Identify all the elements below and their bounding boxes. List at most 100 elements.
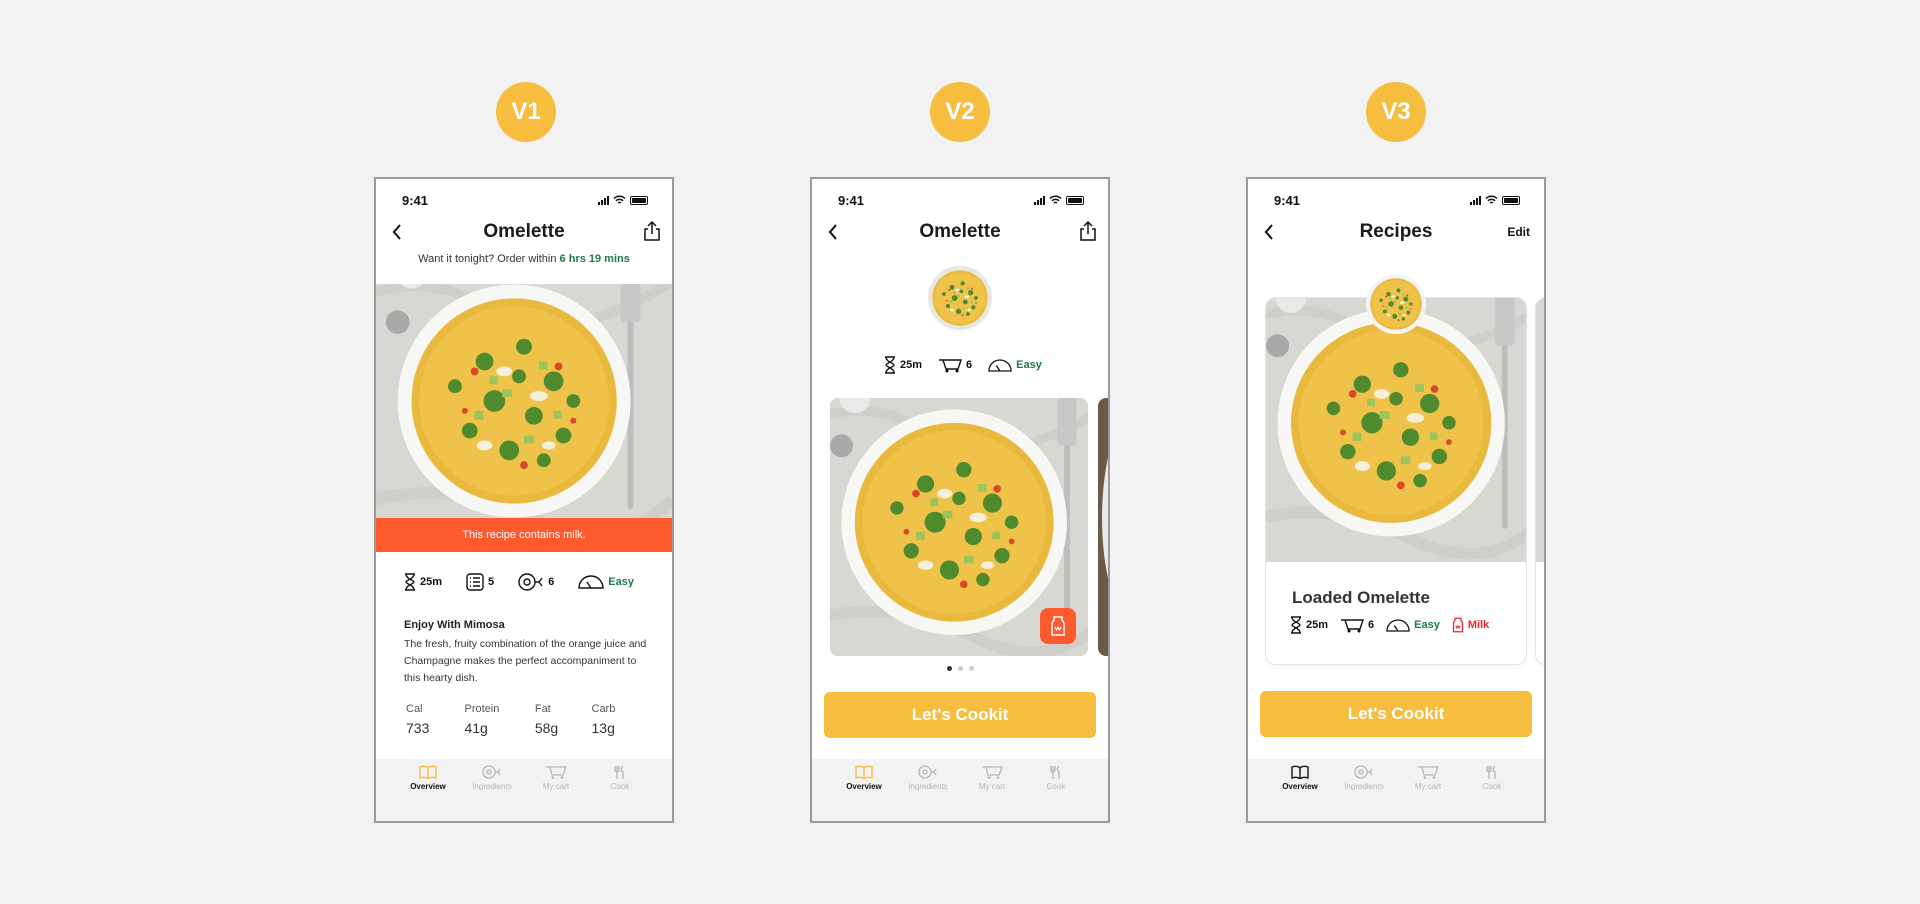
tab-my-cart[interactable]: My cart	[964, 765, 1020, 821]
hourglass-icon	[885, 356, 895, 374]
time-meta: 25m	[884, 356, 922, 374]
signal-icon	[1470, 195, 1481, 205]
ingredients-meta: 6	[938, 357, 972, 373]
nutrition-fat: Fat 58g	[534, 703, 559, 736]
tab-overview[interactable]: Overview	[400, 765, 456, 821]
tab-ingredients[interactable]: Ingredients	[900, 765, 956, 821]
hourglass-icon	[1291, 616, 1301, 634]
tab-cook[interactable]: Cook	[592, 765, 648, 821]
nutrition-cal: Cal 733	[406, 703, 430, 736]
gauge-icon	[578, 575, 604, 589]
utensils-icon	[614, 765, 624, 779]
milk-allergen-badge[interactable]	[1040, 608, 1076, 644]
status-time: 9:41	[838, 192, 865, 208]
cart-icon	[546, 766, 567, 779]
nav-bar: Omelette	[376, 217, 672, 247]
lets-cookit-button[interactable]: Let's Cookit	[1260, 691, 1532, 737]
ingredients-icon	[1354, 765, 1373, 779]
version-badge-v2: V2	[930, 82, 990, 142]
time-meta: 25m	[1290, 616, 1328, 634]
tab-cook[interactable]: Cook	[1464, 765, 1520, 821]
tab-ingredients[interactable]: Ingredients	[1336, 765, 1392, 821]
nutrition-carb: Carb 13g	[591, 703, 616, 736]
back-icon[interactable]	[1260, 223, 1278, 241]
steps-value: 5	[488, 576, 495, 588]
hourglass-icon	[405, 573, 415, 591]
tab-cook[interactable]: Cook	[1028, 765, 1084, 821]
status-bar: 9:41	[812, 191, 1108, 209]
carousel-dot[interactable]	[946, 666, 952, 671]
status-bar: 9:41	[376, 191, 672, 209]
tab-overview[interactable]: Overview	[836, 765, 892, 821]
carousel-slide-active[interactable]	[830, 398, 1088, 656]
time-value: 25m	[420, 576, 443, 588]
wifi-icon	[1485, 195, 1498, 204]
pairing-description: The fresh, fruity combination of the ora…	[404, 638, 647, 684]
version-badge-v1: V1	[496, 82, 556, 142]
difficulty-meta: Easy	[1386, 618, 1440, 632]
page-title: Omelette	[483, 221, 565, 242]
pairing-title: Enjoy With Mimosa	[404, 619, 505, 631]
tab-bar: Overview Ingredients My cart Cook	[376, 759, 672, 821]
steps-meta: 5	[466, 573, 494, 591]
page-title: Recipes	[1359, 221, 1433, 242]
status-time: 9:41	[1274, 192, 1301, 208]
order-prefix: Want it tonight? Order within	[418, 253, 560, 265]
cart-icon	[982, 766, 1003, 779]
cart-icon	[1418, 766, 1439, 779]
carousel-dot[interactable]	[957, 666, 963, 671]
tab-my-cart[interactable]: My cart	[1400, 765, 1456, 821]
battery-icon	[630, 195, 648, 205]
tab-ingredients[interactable]: Ingredients	[464, 765, 520, 821]
phone-v3: 9:41 Recipes Edit Loaded Omelette 25m 6	[1246, 177, 1546, 823]
share-icon[interactable]	[1078, 220, 1098, 242]
phone-v1: 9:41 Omelette Want it tonight? Order wit…	[374, 177, 674, 823]
share-icon[interactable]	[642, 220, 662, 242]
ingredients-meta: 6	[518, 573, 554, 591]
carousel-slide-next[interactable]	[1098, 398, 1108, 656]
status-icons	[1470, 195, 1520, 205]
back-icon[interactable]	[824, 223, 842, 241]
battery-icon	[1066, 195, 1084, 205]
status-bar: 9:41	[1248, 191, 1544, 209]
recipe-thumbnail	[1366, 274, 1426, 334]
ingredients-icon	[518, 573, 543, 591]
status-icons	[1034, 195, 1084, 205]
recipe-meta: 25m 5 6 Easy	[404, 573, 634, 591]
page-title: Omelette	[919, 221, 1001, 242]
utensils-icon	[1050, 765, 1060, 779]
lets-cookit-button[interactable]: Let's Cookit	[824, 692, 1096, 738]
order-deadline: Want it tonight? Order within 6 hrs 19 m…	[376, 253, 672, 275]
gauge-icon	[1386, 618, 1410, 632]
tab-bar: Overview Ingredients My cart Cook	[812, 759, 1108, 821]
tab-overview[interactable]: Overview	[1272, 765, 1328, 821]
recipe-card[interactable]: Loaded Omelette 25m 6 Easy Milk	[1266, 298, 1526, 664]
book-icon	[855, 765, 873, 779]
ingredients-value: 6	[548, 576, 555, 588]
carousel-dot[interactable]	[968, 666, 974, 671]
time-value: 25m	[900, 359, 923, 371]
signal-icon	[1034, 195, 1045, 205]
nav-bar: Omelette	[812, 217, 1108, 247]
ingredients-meta: 6	[1340, 617, 1374, 633]
nutrition-facts: Cal 733 Protein 41g Fat 58g Carb 13g	[406, 703, 650, 736]
carousel-indicator	[812, 666, 1108, 671]
milk-icon	[1051, 616, 1065, 636]
ingredients-value: 6	[966, 359, 973, 371]
next-recipe-card[interactable]	[1536, 298, 1544, 664]
ingredients-icon	[918, 765, 937, 779]
order-time: 6 hrs 19 mins	[559, 253, 630, 265]
recipe-thumbnail	[928, 266, 992, 330]
allergen-value: Milk	[1467, 619, 1490, 631]
cart-icon	[939, 359, 963, 373]
difficulty-value: Easy	[1414, 619, 1440, 631]
recipe-photo	[1266, 298, 1526, 562]
tab-bar: Overview Ingredients My cart Cook	[1248, 759, 1544, 821]
battery-icon	[1502, 195, 1520, 205]
tab-my-cart[interactable]: My cart	[528, 765, 584, 821]
difficulty-value: Easy	[1016, 359, 1042, 371]
version-badge-v3: V3	[1366, 82, 1426, 142]
edit-button[interactable]: Edit	[1507, 225, 1530, 239]
allergy-warning: This recipe contains milk.	[376, 518, 672, 552]
back-icon[interactable]	[388, 223, 406, 241]
